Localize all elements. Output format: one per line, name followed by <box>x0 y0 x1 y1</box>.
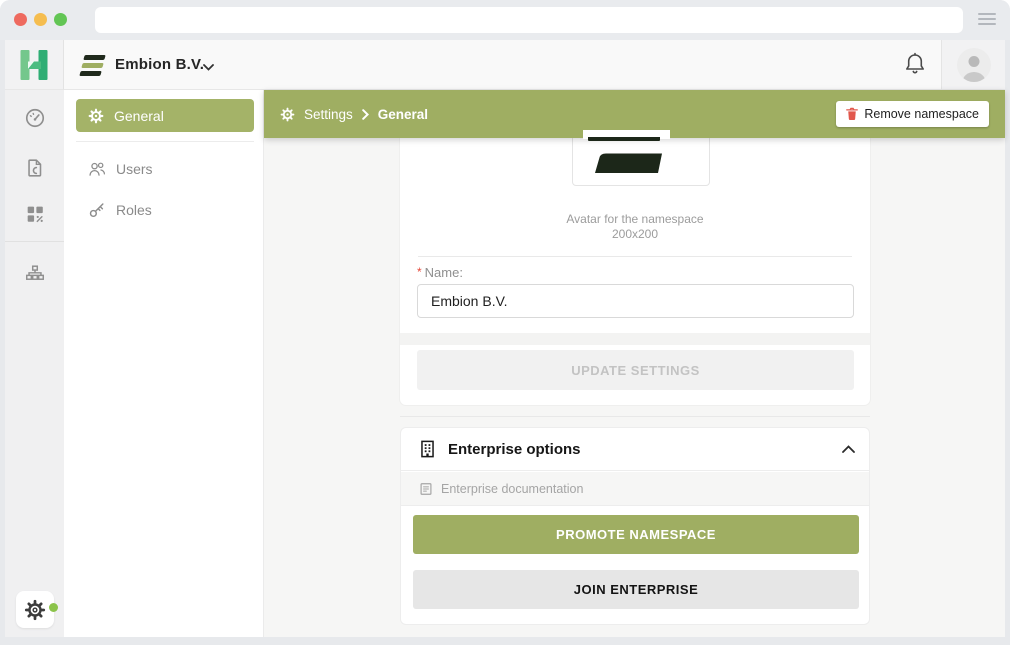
breadcrumb-general: General <box>378 107 428 122</box>
namespace-title[interactable]: Embion B.V. <box>115 56 204 73</box>
notifications-bell-icon[interactable] <box>903 51 927 78</box>
chevron-up-icon <box>842 445 855 453</box>
dashboard-gauge-icon[interactable] <box>24 107 46 129</box>
form-divider <box>418 256 852 257</box>
section-divider <box>400 416 870 417</box>
org-logo-icon <box>84 52 108 78</box>
breadcrumb-settings[interactable]: Settings <box>304 107 353 122</box>
form-footer-separator <box>400 333 870 345</box>
avatar-size: 200x200 <box>400 227 870 242</box>
window-close-button[interactable] <box>14 13 27 26</box>
namespace-avatar-image <box>573 135 709 185</box>
browser-menu-icon[interactable] <box>978 13 996 27</box>
building-icon <box>419 440 436 458</box>
gear-icon <box>24 599 46 621</box>
sidebar-item-roles[interactable]: Roles <box>76 194 254 226</box>
trash-icon <box>846 107 858 121</box>
gear-icon <box>280 107 295 122</box>
users-icon <box>88 160 106 178</box>
enterprise-options-card: Enterprise options Enterprise documentat… <box>400 427 870 625</box>
remove-namespace-button[interactable]: Remove namespace <box>836 101 989 127</box>
window-minimize-button[interactable] <box>34 13 47 26</box>
update-settings-button[interactable]: UPDATE SETTINGS <box>417 350 854 390</box>
browser-url-input[interactable] <box>95 7 963 33</box>
key-icon <box>88 201 106 219</box>
sidebar-divider <box>76 141 254 142</box>
avatar-caption: Avatar for the namespace 200x200 <box>400 212 870 242</box>
hierarchy-sitemap-icon[interactable] <box>24 263 46 285</box>
documentation-icon <box>419 482 433 496</box>
browser-chrome <box>0 0 1010 40</box>
window-zoom-button[interactable] <box>54 13 67 26</box>
collapse-toggle[interactable] <box>842 445 855 453</box>
document-file-icon[interactable] <box>24 157 46 179</box>
enterprise-options-title: Enterprise options <box>448 441 581 458</box>
enterprise-options-header[interactable]: Enterprise options <box>401 428 869 471</box>
primary-sidebar <box>5 90 64 637</box>
promote-namespace-button[interactable]: PROMOTE NAMESPACE <box>413 515 859 554</box>
required-mark: * <box>417 265 422 279</box>
sidebar-item-general[interactable]: General <box>76 99 254 132</box>
header-bar: Embion B.V. <box>64 40 941 90</box>
chevron-right-icon <box>362 109 369 120</box>
apps-grid-icon[interactable] <box>24 203 46 225</box>
sidebar-item-label: Roles <box>116 202 152 218</box>
enterprise-documentation-link[interactable]: Enterprise documentation <box>401 472 869 506</box>
name-input[interactable] <box>417 284 854 318</box>
name-field-label: *Name: <box>417 265 463 280</box>
namespace-avatar-upload[interactable] <box>572 134 710 186</box>
settings-gear-button[interactable] <box>16 591 54 628</box>
settings-sidebar: General Users Roles <box>64 90 264 637</box>
gear-icon <box>88 108 104 124</box>
status-dot <box>49 603 58 612</box>
user-avatar[interactable] <box>957 48 991 82</box>
sidebar-item-users[interactable]: Users <box>76 153 254 185</box>
sidebar-item-label: Users <box>116 161 153 177</box>
account-panel <box>941 40 1005 90</box>
app-h-logo-icon <box>17 48 51 82</box>
sidebar-divider <box>5 241 64 242</box>
app-logo-box[interactable] <box>5 40 64 90</box>
join-enterprise-button[interactable]: JOIN ENTERPRISE <box>413 570 859 609</box>
app-window: Embion B.V. <box>0 0 1010 645</box>
chevron-down-icon[interactable] <box>203 64 214 71</box>
sidebar-item-label: General <box>114 108 164 124</box>
avatar-logo-bar-top <box>588 137 660 141</box>
